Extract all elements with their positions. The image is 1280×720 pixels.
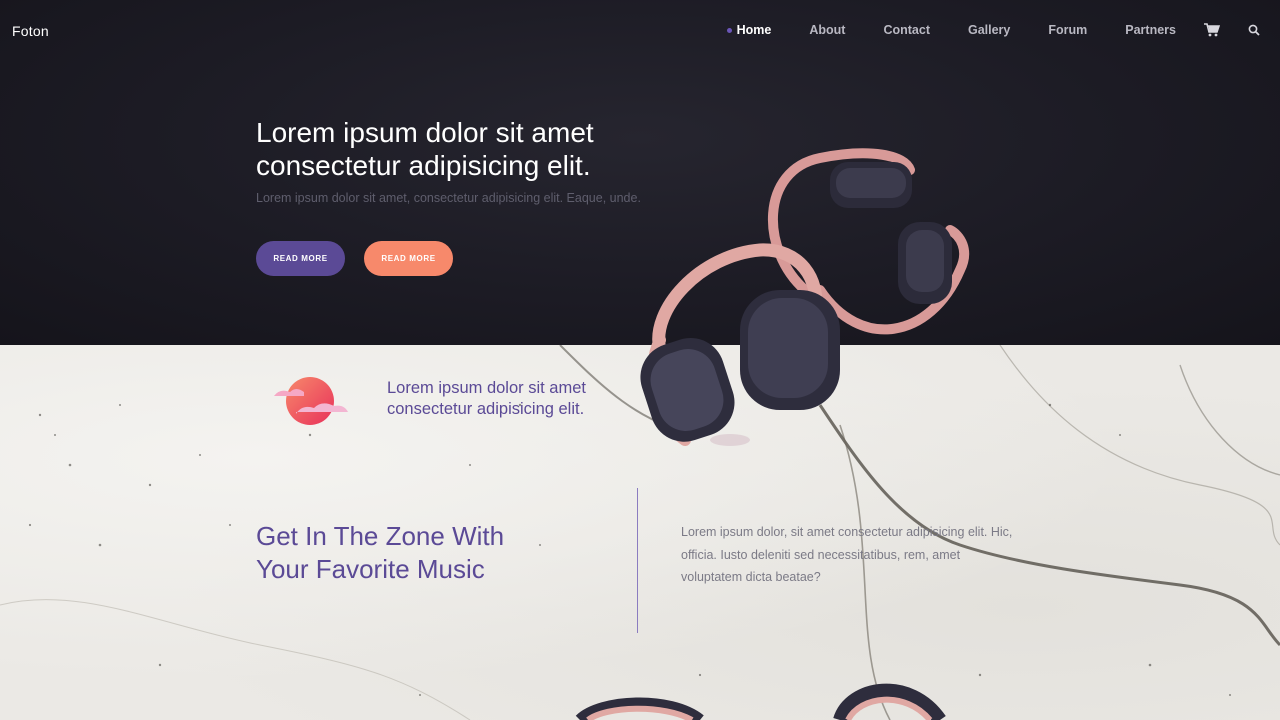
zone-title: Get In The Zone With Your Favorite Music — [256, 520, 576, 586]
vertical-divider — [637, 488, 638, 633]
feature-title-line-1: Lorem ipsum dolor sit amet — [387, 379, 586, 397]
zone-title-line-2: Your Favorite Music — [256, 554, 485, 584]
read-more-button-secondary[interactable]: READ MORE — [364, 241, 453, 276]
nav-item-partners[interactable]: Partners — [1125, 21, 1176, 39]
nav-item-contact[interactable]: Contact — [883, 21, 930, 39]
headphones-bottom-image — [575, 683, 946, 720]
nav-item-about[interactable]: About — [809, 21, 845, 39]
brand-logo[interactable]: Foton — [12, 23, 49, 39]
nav-item-home[interactable]: Home — [726, 21, 771, 39]
nav-item-forum[interactable]: Forum — [1048, 21, 1087, 39]
zone-title-line-1: Get In The Zone With — [256, 521, 505, 551]
feature-title-line-2: consectetur adipisicing elit. — [387, 400, 585, 418]
nav-item-gallery[interactable]: Gallery — [968, 21, 1010, 39]
hero-title-line-2: consectetur adipisicing elit. — [256, 150, 591, 181]
zone-description: Lorem ipsum dolor, sit amet consectetur … — [681, 525, 1013, 584]
main-nav: Home About Contact Gallery Forum Partner… — [699, 21, 1260, 39]
headphones-image — [640, 148, 970, 446]
hero-title-line-1: Lorem ipsum dolor sit amet — [256, 117, 594, 148]
read-more-button-primary[interactable]: READ MORE — [256, 241, 345, 276]
sun-cloud-icon — [274, 377, 348, 425]
feature-title: Lorem ipsum dolor sit amet consectetur a… — [387, 378, 586, 420]
cart-icon[interactable] — [1204, 23, 1220, 37]
hero-subtitle: Lorem ipsum dolor sit amet, consectetur … — [256, 191, 641, 205]
search-icon[interactable] — [1248, 24, 1260, 36]
